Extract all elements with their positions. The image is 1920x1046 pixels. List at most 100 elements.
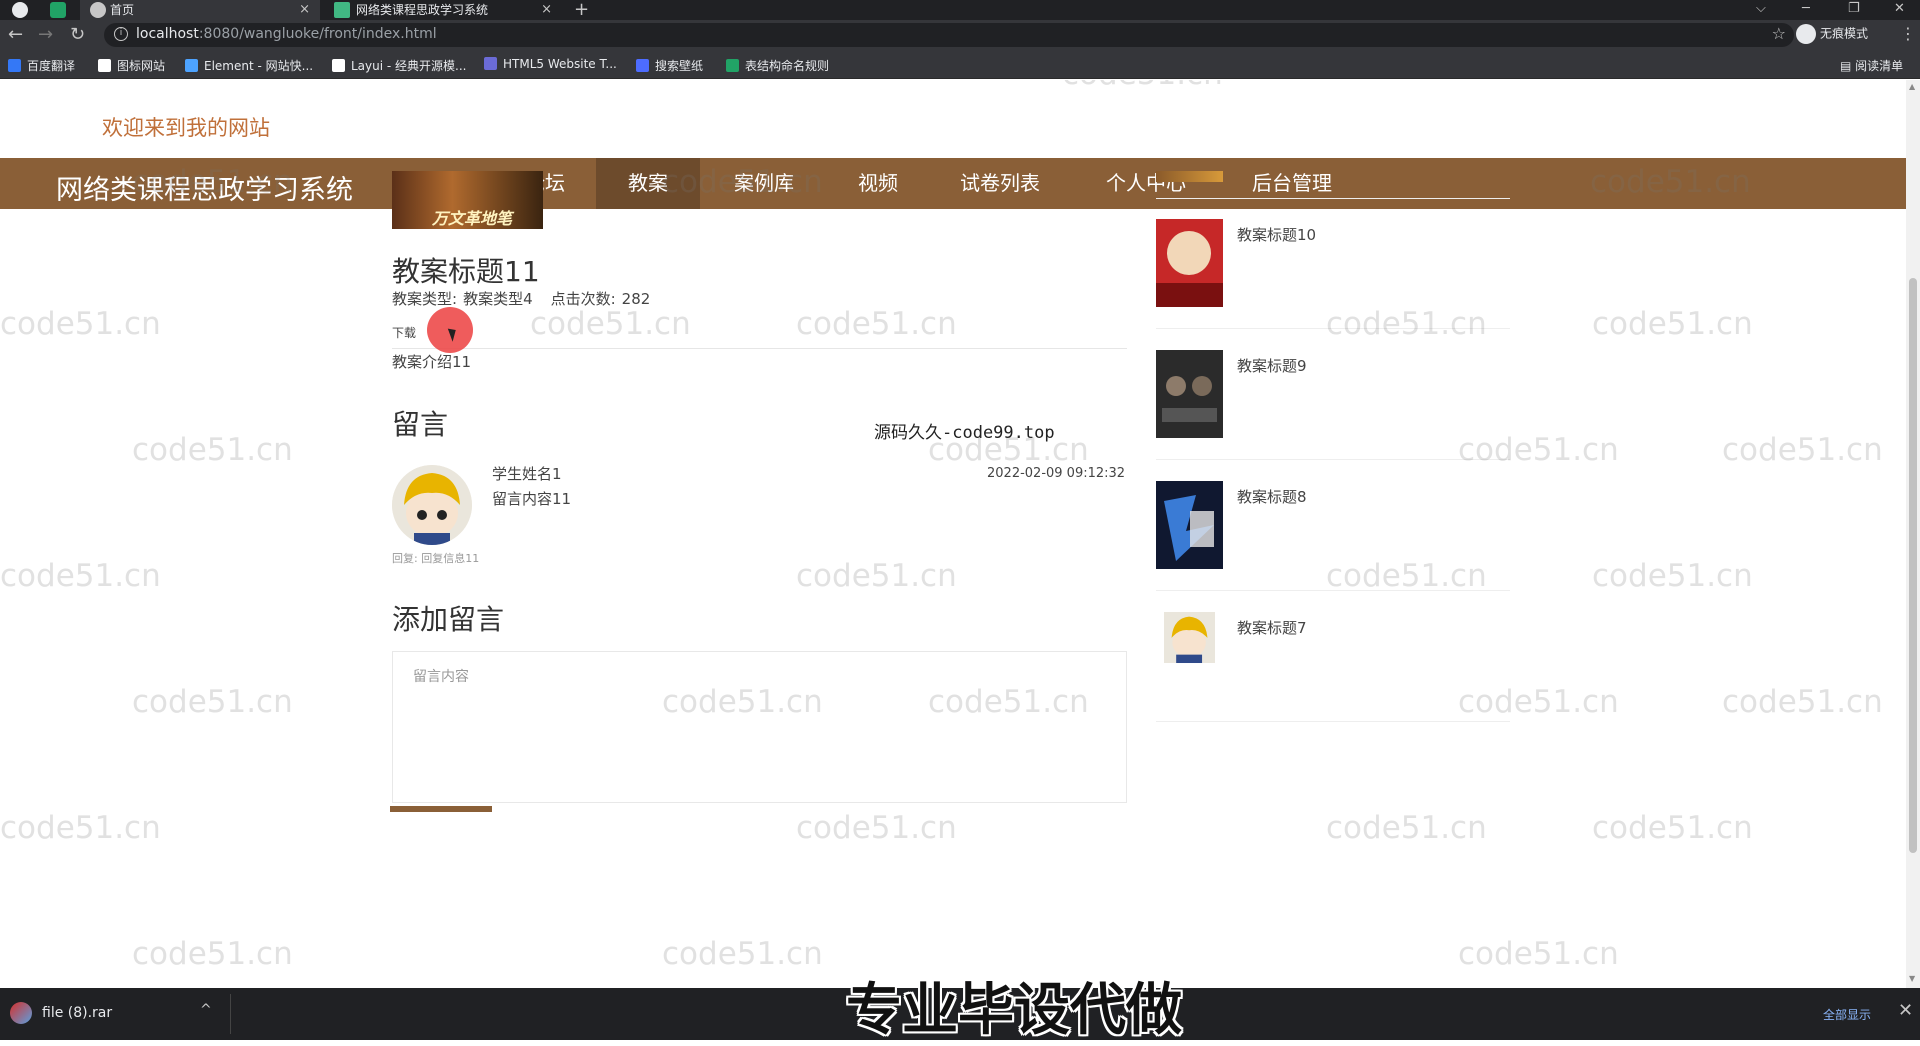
comments-title: 留言 bbox=[392, 408, 449, 441]
reload-icon[interactable]: ↻ bbox=[70, 24, 85, 46]
type-label: 教案类型: bbox=[392, 290, 458, 308]
tab-home[interactable]: 首页 × bbox=[80, 0, 320, 20]
close-tab-icon[interactable]: × bbox=[541, 0, 552, 20]
incognito-icon bbox=[1796, 24, 1816, 44]
nav-case-library[interactable]: 案例库 bbox=[716, 158, 812, 209]
archive-icon bbox=[10, 1002, 32, 1024]
pinned-tab-icon[interactable] bbox=[50, 2, 66, 18]
sidebar-item-title: 教案标题7 bbox=[1237, 619, 1307, 637]
bookmark-item[interactable]: Element - 网站快... bbox=[185, 57, 313, 74]
watermark: code51.cn bbox=[796, 306, 957, 342]
video-caption: 专业毕设代做 bbox=[846, 978, 1182, 1043]
clicks-value: 282 bbox=[621, 290, 651, 308]
incognito-label: 无痕模式 bbox=[1820, 26, 1869, 41]
download-filename: file (8).rar bbox=[42, 1005, 113, 1021]
add-comment-title: 添加留言 bbox=[392, 603, 505, 636]
sidebar-thumb-partial bbox=[1156, 171, 1223, 182]
lesson-title: 教案标题11 bbox=[392, 255, 540, 288]
site-brand[interactable]: 网络类课程思政学习系统 bbox=[56, 168, 353, 207]
overlay-text: 源码久久-code99.top bbox=[874, 423, 1055, 443]
bookmark-item[interactable]: 搜索壁纸 bbox=[636, 57, 703, 74]
show-all-link[interactable]: 全部显示 bbox=[1823, 1006, 1871, 1023]
reading-list-button[interactable]: ▤ 阅读清单 bbox=[1840, 57, 1903, 74]
new-tab-button[interactable]: + bbox=[574, 0, 589, 20]
lesson-intro: 教案介绍11 bbox=[392, 353, 472, 371]
web-page: 欢迎来到我的网站 网络类课程思政学习系统 首页 论坛 教案 案例库 视频 试卷列… bbox=[0, 80, 1906, 988]
element-icon bbox=[185, 59, 198, 72]
browser-tab-bar: 首页 × 网络类课程思政学习系统 × + ⌵ ─ ❐ ✕ bbox=[0, 0, 1920, 20]
main-navbar: 网络类课程思政学习系统 首页 论坛 教案 案例库 视频 试卷列表 个人中心 后台… bbox=[0, 158, 1906, 209]
bookmark-item[interactable]: HTML5 Website T... bbox=[484, 57, 617, 71]
bookmarks-bar: 百度翻译 图标网站 Element - 网站快... Layui - 经典开源模… bbox=[0, 50, 1920, 79]
sidebar-item[interactable]: 教案标题9 bbox=[1156, 330, 1510, 460]
watermark: code51.cn bbox=[1062, 80, 1223, 92]
nav-videos[interactable]: 视频 bbox=[838, 158, 918, 209]
watermark: code51.cn bbox=[0, 558, 161, 594]
bookmark-label: 图标网站 bbox=[117, 59, 166, 73]
restore-button[interactable]: ❐ bbox=[1848, 0, 1860, 18]
reading-list-label: 阅读清单 bbox=[1855, 59, 1904, 73]
sidebar-item-title: 教案标题9 bbox=[1237, 357, 1307, 375]
html5-icon bbox=[484, 57, 497, 70]
bookmark-star-icon[interactable]: ☆ bbox=[1772, 24, 1786, 43]
lesson-meta: 教案类型: 教案类型4 点击次数: 282 bbox=[392, 288, 668, 309]
chevron-up-icon[interactable]: ^ bbox=[200, 1002, 212, 1018]
submit-button[interactable] bbox=[390, 806, 492, 812]
tab-label: 首页 bbox=[110, 3, 135, 17]
bookmark-item[interactable]: 表结构命名规则 bbox=[726, 57, 829, 74]
sidebar-thumbnail bbox=[1156, 481, 1223, 569]
sidebar-thumbnail bbox=[1163, 612, 1216, 664]
bookmark-item[interactable]: 图标网站 bbox=[98, 57, 165, 74]
tab-label: 网络类课程思政学习系统 bbox=[356, 3, 489, 17]
translate-icon bbox=[8, 59, 21, 72]
nav-exam-list[interactable]: 试卷列表 bbox=[944, 158, 1056, 209]
back-icon[interactable]: ← bbox=[8, 24, 23, 46]
close-icon[interactable]: ✕ bbox=[1898, 1000, 1913, 1021]
flag-icon bbox=[98, 59, 111, 72]
nav-lesson-plans[interactable]: 教案 bbox=[596, 158, 700, 209]
scroll-down-icon[interactable]: ▼ bbox=[1909, 974, 1915, 983]
download-item[interactable]: file (8).rar bbox=[10, 1002, 112, 1024]
bookmark-label: HTML5 Website T... bbox=[503, 57, 617, 71]
sidebar-item[interactable]: 教案标题7 bbox=[1156, 592, 1510, 722]
watermark: code51.cn bbox=[1326, 810, 1487, 846]
watermark: code51.cn bbox=[1592, 306, 1753, 342]
download-link[interactable]: 下载 bbox=[392, 324, 416, 341]
minimize-button[interactable]: ─ bbox=[1802, 0, 1810, 18]
forward-icon[interactable]: → bbox=[38, 24, 53, 46]
sidebar-thumbnail bbox=[1156, 219, 1223, 307]
url-text[interactable]: localhost:8080/wangluoke/front/index.htm… bbox=[136, 26, 437, 42]
sidebar-item[interactable]: 教案标题8 bbox=[1156, 461, 1510, 591]
scroll-up-icon[interactable]: ▲ bbox=[1909, 82, 1915, 91]
globe-icon bbox=[90, 2, 106, 18]
close-tab-icon[interactable]: × bbox=[299, 0, 310, 20]
watermark: code51.cn bbox=[0, 810, 161, 846]
watermark: code51.cn bbox=[1722, 684, 1883, 720]
tab-search-icon[interactable]: ⌵ bbox=[1756, 0, 1766, 18]
close-window-button[interactable]: ✕ bbox=[1894, 0, 1905, 18]
avatar bbox=[392, 465, 472, 545]
bookmark-item[interactable]: 百度翻译 bbox=[8, 57, 75, 74]
sidebar-item[interactable]: 教案标题10 bbox=[1156, 199, 1510, 329]
bookmark-label: Element - 网站快... bbox=[204, 59, 314, 73]
watermark: code51.cn bbox=[662, 936, 823, 972]
tab-system[interactable]: 网络类课程思政学习系统 × bbox=[326, 0, 562, 20]
welcome-text: 欢迎来到我的网站 bbox=[102, 116, 270, 140]
avatar-illustration bbox=[392, 465, 472, 545]
url-bar[interactable]: i localhost:8080/wangluoke/front/index.h… bbox=[104, 23, 1794, 47]
sheet-icon bbox=[726, 59, 739, 72]
layui-icon bbox=[332, 59, 345, 72]
scroll-thumb[interactable] bbox=[1909, 278, 1917, 853]
comment-time: 2022-02-09 09:12:32 bbox=[987, 466, 1126, 481]
incognito-indicator[interactable]: 无痕模式 bbox=[1796, 24, 1868, 44]
bookmark-label: 百度翻译 bbox=[27, 59, 76, 73]
more-menu-icon[interactable]: ⋮ bbox=[1900, 24, 1916, 43]
bookmark-item[interactable]: Layui - 经典开源模... bbox=[332, 57, 466, 74]
page-scrollbar[interactable]: ▲ ▼ bbox=[1906, 80, 1920, 988]
comment-textarea[interactable] bbox=[392, 651, 1127, 803]
url-host: localhost bbox=[136, 26, 199, 42]
sidebar-item-title: 教案标题8 bbox=[1237, 488, 1307, 506]
site-info-icon[interactable]: i bbox=[114, 27, 128, 41]
chrome-menu-icon[interactable] bbox=[12, 2, 28, 18]
address-toolbar: ← → ↻ i localhost:8080/wangluoke/front/i… bbox=[0, 20, 1920, 50]
